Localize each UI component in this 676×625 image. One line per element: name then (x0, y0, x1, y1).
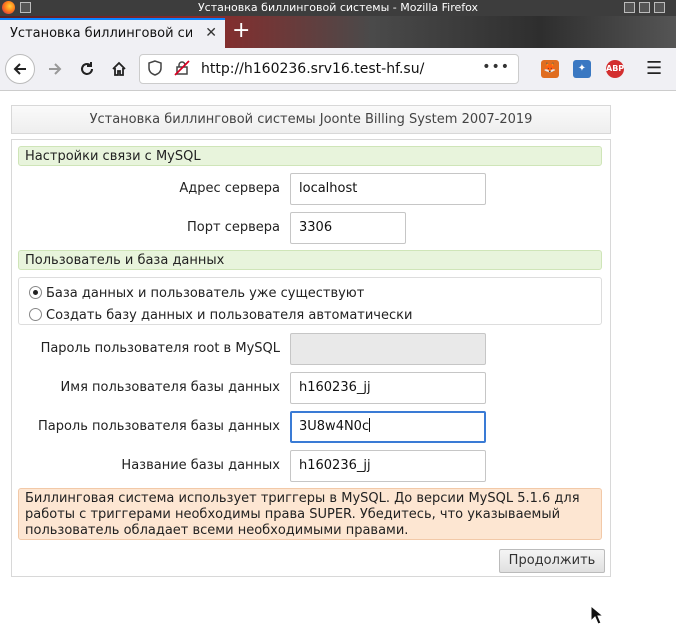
section-mysql-connection: Настройки связи с MySQL (18, 146, 602, 166)
page-content: Установка биллинговой системы Joonte Bil… (0, 91, 676, 625)
insecure-lock-icon[interactable] (174, 60, 190, 80)
page-actions-icon[interactable]: ••• (482, 59, 510, 75)
triggers-warning-note: Биллинговая система использует триггеры … (18, 488, 602, 540)
root-password-label: Пароль пользователя root в MySQL (40, 341, 280, 356)
window-titlebar: Установка биллинговой системы - Mozilla … (0, 0, 676, 16)
radio-existing-row[interactable]: База данных и пользователь уже существую… (29, 286, 364, 301)
close-window-button[interactable] (654, 2, 665, 13)
server-address-label: Адрес сервера (179, 181, 280, 196)
minimize-button[interactable] (624, 2, 635, 13)
extension-fox-icon[interactable]: 🦊 (541, 60, 559, 78)
page-header: Установка биллинговой системы Joonte Bil… (11, 105, 611, 134)
hamburger-menu-icon[interactable]: ☰ (646, 58, 662, 79)
db-user-input[interactable]: h160236_jj (290, 372, 486, 404)
radio-create-label: Создать базу данных и пользователя автом… (46, 308, 413, 323)
radio-existing[interactable] (29, 286, 42, 299)
url-bar[interactable]: http://h160236.srv16.test-hf.su/ ••• (139, 54, 519, 84)
text-caret (369, 418, 371, 432)
navigation-toolbar: http://h160236.srv16.test-hf.su/ ••• 🦊 ✦… (0, 48, 676, 91)
db-name-input[interactable]: h160236_jj (290, 450, 486, 482)
tab-active[interactable]: Установка биллинговой систе ✕ (0, 18, 225, 48)
server-port-label: Порт сервера (187, 220, 280, 235)
server-address-input[interactable]: localhost (290, 173, 486, 205)
section-user-database: Пользователь и база данных (18, 250, 602, 270)
window-title: Установка биллинговой системы - Mozilla … (197, 1, 479, 14)
url-text: http://h160236.srv16.test-hf.su/ (201, 61, 425, 77)
radio-create[interactable] (29, 308, 42, 321)
root-password-input[interactable] (290, 333, 486, 365)
db-password-value: 3U8w4N0c (299, 419, 370, 434)
db-user-label: Имя пользователя базы данных (60, 380, 280, 395)
mouse-cursor-icon (590, 605, 604, 625)
forward-button[interactable] (40, 54, 70, 84)
tab-close-icon[interactable]: ✕ (205, 25, 217, 41)
forward-arrow-icon (49, 63, 62, 75)
radio-create-row[interactable]: Создать базу данных и пользователя автом… (29, 308, 412, 323)
radio-existing-label: База данных и пользователь уже существую… (46, 286, 365, 301)
home-icon (112, 61, 126, 76)
continue-button[interactable]: Продолжить (499, 549, 605, 573)
server-port-input[interactable]: 3306 (290, 212, 406, 244)
new-tab-button[interactable]: + (232, 19, 250, 43)
install-form: Настройки связи с MySQL Адрес сервера lo… (11, 139, 611, 625)
db-name-label: Название базы данных (121, 458, 280, 473)
db-mode-radio-group: База данных и пользователь уже существую… (18, 277, 602, 325)
shield-icon[interactable] (148, 60, 162, 80)
maximize-button[interactable] (639, 2, 650, 13)
db-password-input[interactable]: 3U8w4N0c (290, 411, 486, 443)
back-arrow-icon (13, 63, 26, 75)
extension-puzzle-icon[interactable]: ✦ (573, 60, 591, 78)
tab-label: Установка биллинговой систе (10, 26, 192, 41)
db-password-label: Пароль пользователя базы данных (37, 419, 280, 434)
back-button[interactable] (5, 54, 35, 84)
tab-strip: Установка биллинговой систе ✕ + (0, 16, 676, 48)
home-button[interactable] (104, 54, 134, 84)
reload-icon (81, 62, 93, 75)
adblock-plus-icon[interactable]: ABP (606, 60, 624, 78)
reload-button[interactable] (72, 54, 102, 84)
